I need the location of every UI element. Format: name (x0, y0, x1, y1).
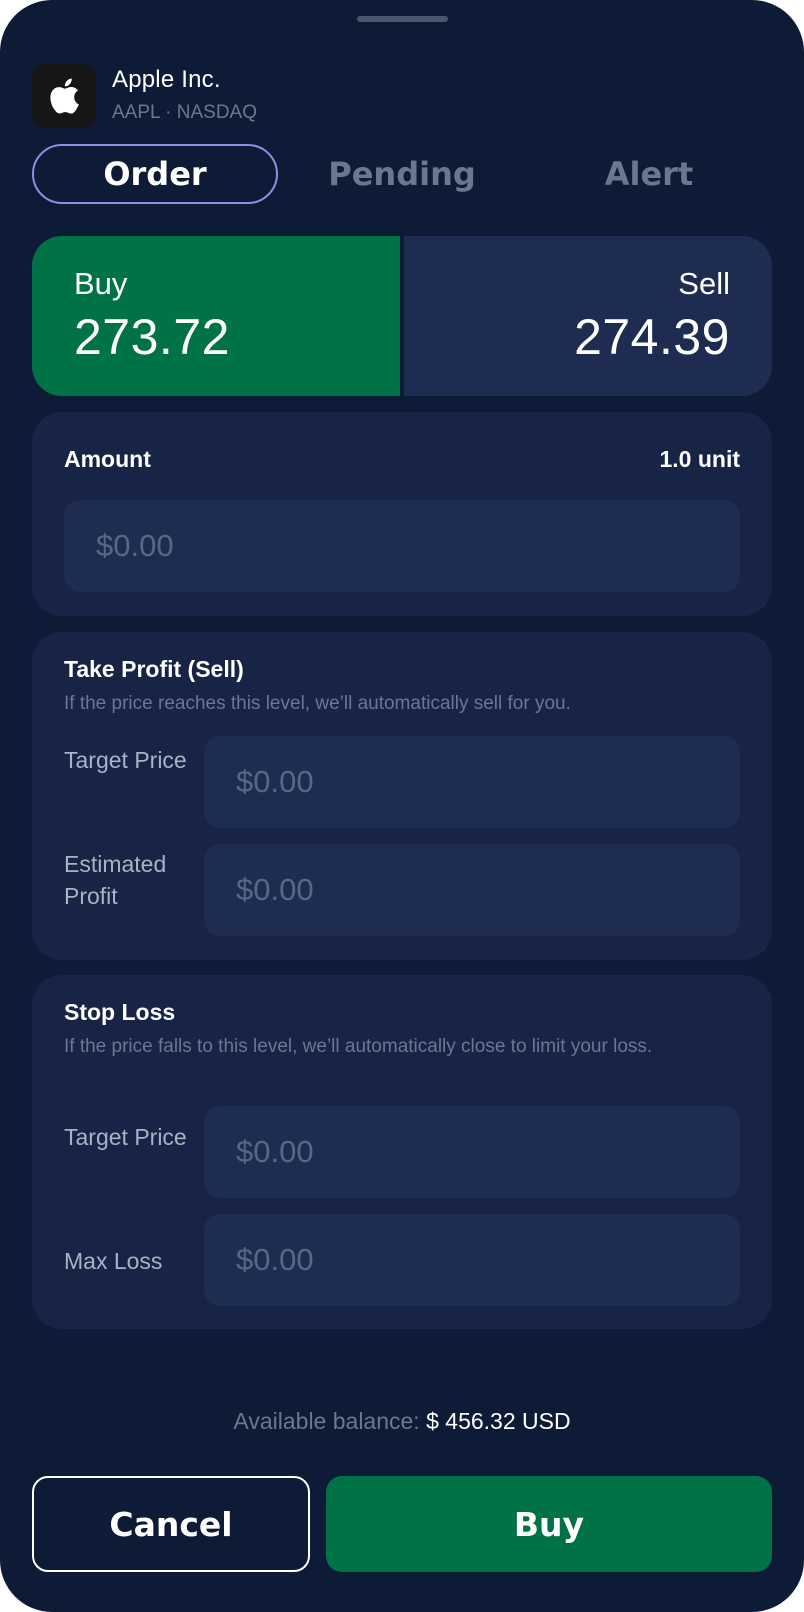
take-profit-card: Take Profit (Sell) If the price reaches … (32, 632, 772, 960)
tp-target-price-input[interactable] (236, 736, 740, 828)
apple-logo-icon (32, 64, 96, 128)
buy-sell-selector: Buy 273.72 Sell 274.39 (32, 236, 772, 396)
tab-bar: Order Pending Alert (32, 144, 772, 204)
amount-input[interactable] (96, 500, 740, 592)
tp-estimated-profit-field[interactable] (204, 844, 740, 936)
tab-order[interactable]: Order (32, 144, 278, 204)
buy-price: 273.72 (74, 309, 230, 365)
stop-loss-title: Stop Loss (64, 999, 176, 1025)
tp-target-price-label: Target Price (64, 747, 187, 773)
buy-button[interactable]: Buy (326, 1476, 772, 1572)
ticker-exchange: AAPL · NASDAQ (112, 102, 258, 123)
order-sheet: Apple Inc. AAPL · NASDAQ Order Pending A… (0, 0, 804, 1612)
available-balance: Available balance: $ 456.32 USD (0, 1408, 804, 1435)
tp-estimated-profit-input[interactable] (236, 844, 740, 936)
sell-label: Sell (678, 266, 730, 301)
apple-logo-glyph (50, 78, 79, 114)
sl-max-loss-label: Max Loss (64, 1248, 163, 1274)
stop-loss-description: If the price falls to this level, we’ll … (64, 1036, 653, 1057)
buy-label: Buy (74, 266, 128, 301)
sl-target-price-label: Target Price (64, 1124, 187, 1150)
buy-side-option[interactable]: Buy 273.72 (32, 236, 400, 396)
sl-target-price-input[interactable] (236, 1106, 740, 1198)
drag-handle[interactable] (357, 16, 448, 22)
balance-currency: USD (522, 1408, 571, 1434)
sl-max-loss-field[interactable] (204, 1214, 740, 1306)
sl-target-price-field[interactable] (204, 1106, 740, 1198)
take-profit-title: Take Profit (Sell) (64, 656, 244, 682)
amount-field[interactable] (64, 500, 740, 592)
amount-unit: 1.0 unit (659, 446, 740, 472)
tab-alert[interactable]: Alert (526, 144, 772, 204)
tp-target-price-field[interactable] (204, 736, 740, 828)
company-name: Apple Inc. (112, 66, 221, 93)
sell-price: 274.39 (574, 309, 730, 365)
amount-card: Amount 1.0 unit (32, 412, 772, 616)
take-profit-description: If the price reaches this level, we’ll a… (64, 693, 571, 714)
balance-value: $ 456.32 (426, 1408, 516, 1434)
stop-loss-card: Stop Loss If the price falls to this lev… (32, 975, 772, 1329)
tp-estimated-profit-label: Estimated Profit (64, 851, 167, 909)
balance-label: Available balance: (233, 1408, 420, 1434)
cancel-button[interactable]: Cancel (32, 1476, 310, 1572)
sl-max-loss-input[interactable] (236, 1214, 740, 1306)
amount-title: Amount (64, 446, 151, 472)
sell-side-option[interactable]: Sell 274.39 (404, 236, 772, 396)
tab-pending[interactable]: Pending (278, 144, 526, 204)
